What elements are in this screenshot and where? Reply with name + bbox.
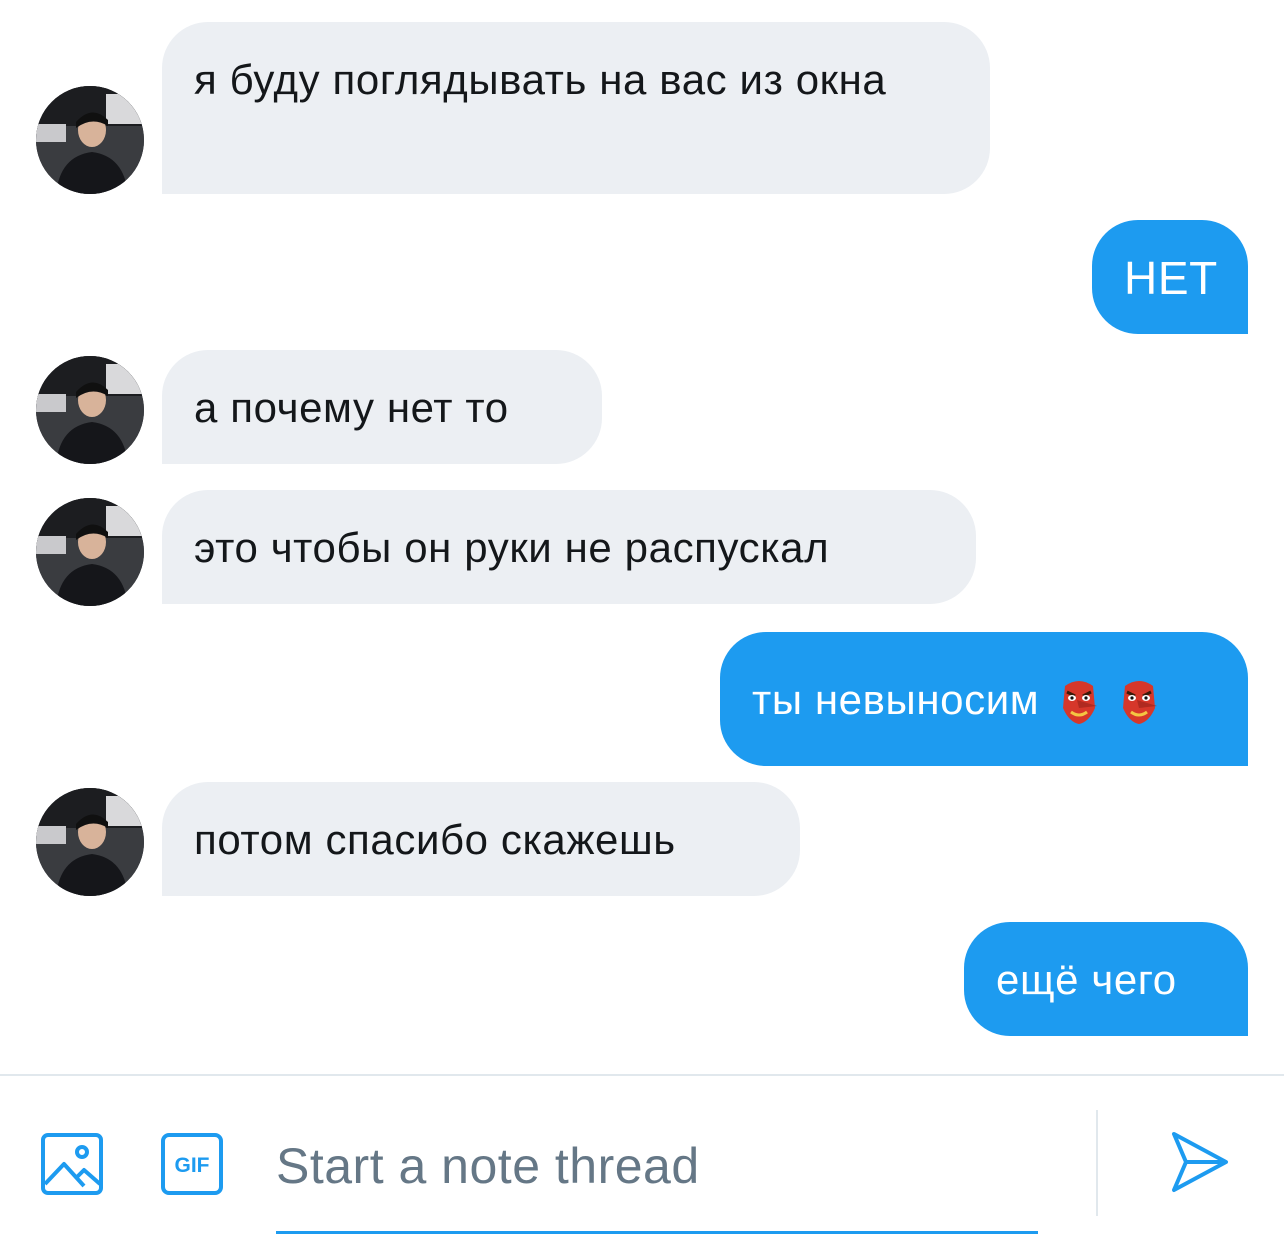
goblin-mask-icon	[1119, 678, 1159, 726]
composer-divider	[1096, 1110, 1098, 1216]
avatar[interactable]	[36, 788, 144, 896]
note-thread-input[interactable]: Start a note thread	[276, 1120, 1038, 1234]
message-text: ещё чего	[996, 956, 1177, 1003]
incoming-message[interactable]: потом спасибо скажешь	[162, 782, 800, 896]
message-text: НЕТ	[1124, 252, 1218, 304]
avatar[interactable]	[36, 86, 144, 194]
incoming-message[interactable]: я буду поглядывать на вас из окна	[162, 22, 990, 194]
gif-icon[interactable]: GIF	[160, 1132, 224, 1201]
message-text: ты невыносим	[752, 676, 1040, 723]
message-text: это чтобы он руки не распускал	[194, 524, 830, 571]
message-text: а почему нет то	[194, 384, 509, 431]
message-text: потом спасибо скажешь	[194, 816, 676, 863]
input-placeholder: Start a note thread	[276, 1138, 700, 1194]
outgoing-message[interactable]: НЕТ	[1092, 220, 1248, 334]
avatar[interactable]	[36, 356, 144, 464]
message-text: я буду поглядывать на вас из окна	[194, 56, 887, 103]
incoming-message[interactable]: это чтобы он руки не распускал	[162, 490, 976, 604]
message-composer: GIF Start a note thread	[0, 1074, 1284, 1248]
dm-conversation-screen: я буду поглядывать на вас из окна НЕТ а …	[0, 0, 1284, 1248]
image-icon[interactable]	[40, 1132, 104, 1201]
avatar[interactable]	[36, 498, 144, 606]
outgoing-message[interactable]: ещё чего	[964, 922, 1248, 1036]
goblin-mask-icon	[1059, 678, 1099, 726]
send-icon[interactable]	[1170, 1130, 1230, 1199]
incoming-message[interactable]: а почему нет то	[162, 350, 602, 464]
gif-label: GIF	[175, 1154, 210, 1177]
outgoing-message[interactable]: ты невыносим	[720, 632, 1248, 766]
